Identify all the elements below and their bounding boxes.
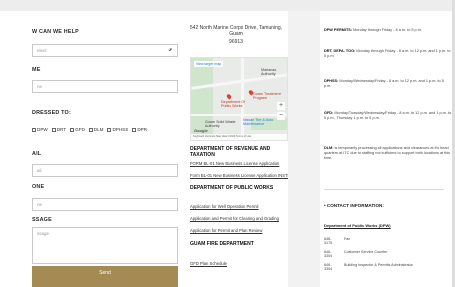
checkbox-drt[interactable]: DRT: [51, 127, 67, 132]
hours-dphss: DPHSS: Monday/Wednesday/Friday - 8 a.m. …: [324, 79, 452, 89]
contact-name: Fax: [344, 237, 351, 241]
map-label-nissan: Nissan Tire & Auto Maintenance: [243, 118, 274, 127]
dpw-link-clearing-grading[interactable]: Application and Permit for Clearing and …: [190, 216, 279, 221]
email-input[interactable]: ail: [32, 164, 178, 177]
checkbox-gfd[interactable]: GFD: [70, 127, 85, 132]
name-placeholder: ne: [37, 84, 43, 89]
form-heading: W CAN WE HELP: [32, 29, 79, 35]
dpw-link-well-permit[interactable]: Application for Well Operation Permit: [190, 204, 259, 209]
select-value: elect: [37, 48, 47, 53]
map-label-solid-waste: Guam Solid Waste Authority: [205, 120, 236, 129]
checkbox-box: [70, 127, 75, 132]
message-placeholder: ssage: [37, 231, 50, 236]
map-road: [191, 114, 287, 116]
address-line-1: 542 North Marine Corps Drive, Tamuning, …: [189, 25, 283, 37]
addressed-to-checkboxes: DPW DRT GFD DLM DPHSS DPR: [32, 127, 147, 132]
hours-text: Monday/Tuesday/Wednesday/Friday - 8 a.m.…: [324, 111, 452, 121]
zoom-out-icon[interactable]: −: [277, 112, 285, 120]
hours-drt: DRT, DEPA. TOO: Monday through Friday - …: [324, 49, 452, 59]
send-button[interactable]: Send: [32, 266, 178, 287]
map-label-treatment: Guam Treatment Program: [253, 92, 281, 101]
phone-placeholder: ne: [37, 202, 43, 207]
phone-label: ONE: [32, 184, 45, 190]
revenue-taxation-heading: DEPARTMENT OF REVENUE AND TAXATION: [190, 146, 271, 158]
middle-column: 542 North Marine Corps Drive, Tamuning, …: [184, 11, 309, 287]
checkbox-dpr[interactable]: DPR: [132, 127, 147, 132]
public-works-heading: DEPARTMENT OF PUBLIC WORKS: [190, 185, 274, 191]
hours-dept: GFD:: [324, 111, 334, 115]
message-textarea[interactable]: ssage: [32, 227, 178, 264]
gfd-link-plan-schedule[interactable]: GFD Plan Schedule: [190, 261, 227, 266]
hours-dlm: DLM: is temporarily processing all appli…: [324, 146, 452, 161]
hours-dept: DPW PERMITS:: [324, 28, 353, 32]
address-line-2: 96913: [229, 39, 243, 45]
name-input[interactable]: ne: [32, 80, 178, 93]
dpw-link-plan-review[interactable]: Application for Permit and Plan Review: [190, 228, 262, 233]
checkbox-box: [88, 127, 93, 132]
rev-link-application[interactable]: FORM BL-01 New Business License Applicat…: [190, 161, 279, 166]
page: W CAN WE HELP elect ▾ ME ne DRESSED TO: …: [0, 0, 455, 287]
contact-form: W CAN WE HELP elect ▾ ME ne DRESSED TO: …: [0, 11, 184, 287]
checkbox-label: DPR: [137, 127, 148, 132]
checkbox-label: DRT: [56, 127, 67, 132]
checkbox-box: [132, 127, 137, 132]
contact-row: 646-3304 Building Inspector & Permits Adm…: [324, 263, 413, 271]
checkbox-box: [51, 127, 56, 132]
zoom-in-icon[interactable]: +: [277, 102, 285, 110]
contact-name: Building Inspector & Permits Administrat…: [344, 263, 413, 267]
chevron-down-icon: ▾: [169, 47, 172, 53]
checkbox-label: GFD: [75, 127, 85, 132]
contact-ext: 646-3304: [324, 250, 333, 258]
hours-text: Monday through Friday - 8 a.m. to 5 p.m.: [353, 28, 422, 32]
contact-ext: 646-3175: [324, 237, 333, 245]
map-pin-icon: [225, 93, 233, 100]
message-label: SSAGE: [32, 217, 52, 223]
checkbox-dpw[interactable]: DPW: [32, 127, 48, 132]
department-select[interactable]: elect ▾: [32, 44, 178, 57]
map-footer: Keyboard shortcuts Map data ©2024 Terms …: [191, 134, 287, 140]
view-larger-map-link[interactable]: View larger map: [194, 61, 224, 67]
contact-dpw-subtitle: Department of Public Works (DPW): [324, 223, 391, 228]
hours-dept: DRT, DEPA. TOO:: [324, 49, 356, 53]
phone-input[interactable]: ne: [32, 198, 178, 211]
map-label-dpw: Department Of Public Works: [221, 100, 246, 109]
column-gutter: [288, 11, 320, 287]
addressed-to-label: DRESSED TO:: [32, 110, 71, 116]
contact-info-title: • CONTACT INFORMATION:: [324, 203, 384, 208]
hours-text: is temporarily processing all applicatio…: [324, 146, 451, 161]
hours-dept: DPHSS:: [324, 79, 339, 83]
email-label: AIL: [32, 151, 42, 157]
hours-gfd: GFD: Monday/Tuesday/Wednesday/Friday - 8…: [324, 111, 452, 121]
fire-department-heading: GUAM FIRE DEPARTMENT: [190, 241, 254, 247]
right-column: DPW PERMITS: Monday through Friday - 8 a…: [320, 11, 454, 287]
name-label: ME: [32, 67, 41, 73]
checkbox-box: [32, 127, 36, 132]
contact-name: Customer Service Counter: [344, 250, 388, 254]
divider: [324, 189, 444, 190]
google-logo: Google: [194, 128, 208, 133]
contact-row: 646-3304 Customer Service Counter: [324, 250, 387, 258]
checkbox-dlm[interactable]: DLM: [88, 127, 104, 132]
hours-text: Monday/Wednesday/Friday - 8 a.m. to 12 p…: [324, 79, 444, 89]
embedded-map[interactable]: View larger map Marianas Authority Depar…: [190, 57, 288, 141]
hours-dpw: DPW PERMITS: Monday through Friday - 8 a…: [324, 28, 452, 33]
contact-row: 646-3175 Fax: [324, 237, 350, 245]
checkbox-label: DPHSS: [112, 127, 129, 132]
checkbox-box: [107, 127, 112, 132]
map-label-marianas: Marianas Authority: [261, 68, 277, 77]
checkbox-label: DLM: [93, 127, 104, 132]
contact-ext: 646-3304: [324, 263, 333, 271]
email-placeholder: ail: [37, 168, 42, 173]
hours-dept: DLM:: [324, 146, 334, 150]
checkbox-dphss[interactable]: DPHSS: [107, 127, 128, 132]
checkbox-label: DPW: [37, 127, 48, 132]
